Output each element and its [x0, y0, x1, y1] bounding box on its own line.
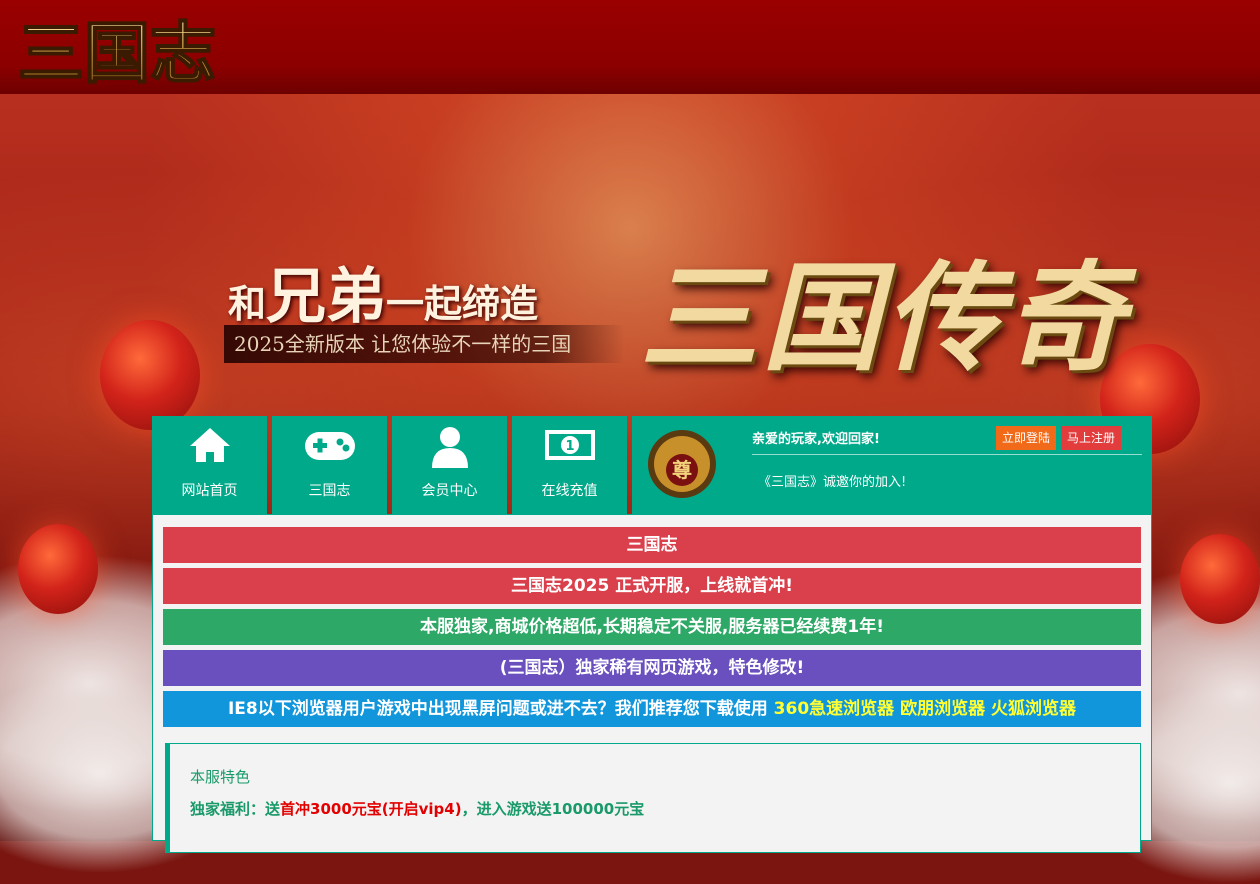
main-content: 三国志 三国志2025 正式开服，上线就首冲! 本服独家,商城价格超低,长期稳定…: [152, 514, 1152, 853]
login-button[interactable]: 立即登陆: [996, 426, 1057, 450]
notice-launch: 三国志2025 正式开服，上线就首冲!: [163, 568, 1141, 604]
svg-text:1: 1: [565, 439, 574, 454]
panel-divider: [752, 454, 1142, 455]
banner-subtitle: 2025全新版本 让您体验不一样的三国: [224, 325, 624, 363]
invite-text: 《三国志》诚邀你的加入!: [758, 475, 907, 490]
home-icon: [152, 426, 267, 466]
site-logo[interactable]: 三国志: [12, 10, 292, 93]
notice-browser: IE8以下浏览器用户游戏中出现黑屏问题或进不去？我们推荐您下载使用 360急速浏…: [163, 691, 1141, 727]
main-nav: 网站首页 三国志 会员中心 1 在线充值 尊 亲爱的玩家,欢迎回家! 立即登陆 …: [152, 416, 1152, 514]
browser-notice-text: IE8以下浏览器用户游戏中出现黑屏问题或进不去？我们推荐您下载使用: [227, 699, 774, 719]
top-header: 三国志: [0, 0, 1260, 96]
svg-text:三国志: 三国志: [18, 14, 216, 90]
banner-title: 三国传奇: [640, 248, 1129, 387]
account-panel: 尊 亲爱的玩家,欢迎回家! 立即登陆 马上注册 《三国志》诚邀你的加入!: [632, 416, 1152, 514]
nav-home[interactable]: 网站首页: [152, 416, 267, 514]
nav-recharge-label: 在线充值: [541, 483, 598, 499]
nav-game[interactable]: 三国志: [272, 416, 387, 514]
browser-link-opera[interactable]: 欧朋浏览器: [900, 699, 985, 719]
svg-text:尊: 尊: [672, 458, 692, 482]
money-icon: 1: [512, 426, 627, 466]
nav-recharge[interactable]: 1 在线充值: [512, 416, 627, 514]
lantern-left-lower: [18, 524, 98, 614]
nav-game-label: 三国志: [308, 483, 351, 499]
notice-game: (三国志）独家稀有网页游戏，特色修改!: [163, 650, 1141, 686]
browser-link-360[interactable]: 360急速浏览器: [774, 699, 895, 719]
user-icon: [392, 426, 507, 468]
banner-slogan: 和兄弟一起缔造: [228, 262, 539, 332]
register-button[interactable]: 马上注册: [1061, 426, 1122, 450]
features-line: 独家福利：送首冲3000元宝(开启vip4)，进入游戏送100000元宝: [190, 798, 644, 819]
welcome-text: 亲爱的玩家,欢迎回家!: [752, 432, 880, 447]
nav-member-label: 会员中心: [421, 483, 478, 499]
features-box: 本服特色 独家福利：送首冲3000元宝(开启vip4)，进入游戏送100000元…: [165, 743, 1141, 853]
browser-link-firefox[interactable]: 火狐浏览器: [991, 699, 1076, 719]
features-title: 本服特色: [190, 768, 251, 786]
lantern-left: [100, 320, 200, 430]
features-highlight: 首冲3000元宝(开启vip4): [280, 800, 462, 818]
gamepad-icon: [272, 426, 387, 466]
nav-member[interactable]: 会员中心: [392, 416, 507, 514]
features-prefix: 独家福利：送: [190, 800, 281, 818]
nav-home-label: 网站首页: [181, 483, 238, 499]
vip-badge-icon: 尊: [646, 424, 718, 504]
notice-exclusive: 本服独家,商城价格超低,长期稳定不关服,服务器已经续费1年!: [163, 609, 1141, 645]
features-suffix: ，进入游戏送100000元宝: [461, 800, 645, 818]
lantern-right-lower: [1180, 534, 1260, 624]
notice-title: 三国志: [163, 527, 1141, 563]
